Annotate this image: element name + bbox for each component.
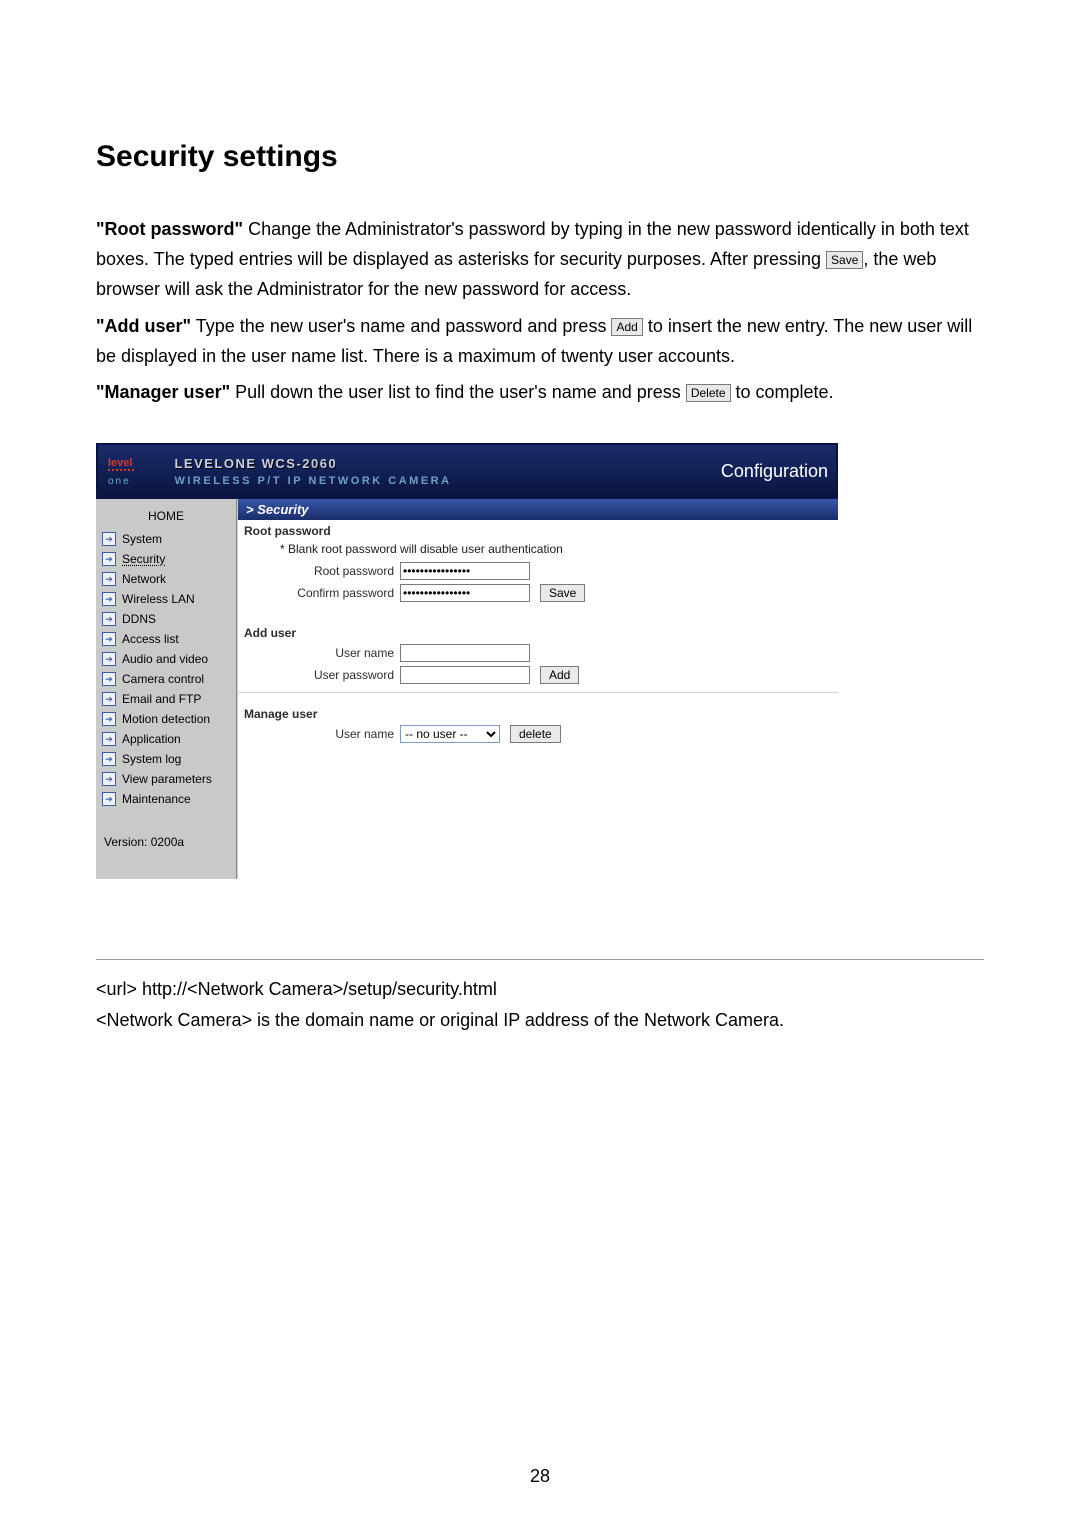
sidebar-item-security[interactable]: ➔ Security bbox=[96, 549, 236, 569]
sidebar-item-label: Application bbox=[122, 732, 181, 746]
user-password-field[interactable] bbox=[400, 666, 530, 684]
arrow-right-icon: ➔ bbox=[102, 532, 116, 546]
sidebar-item-view-parameters[interactable]: ➔ View parameters bbox=[96, 769, 236, 789]
arrow-right-icon: ➔ bbox=[102, 552, 116, 566]
sidebar-item-system[interactable]: ➔ System bbox=[96, 529, 236, 549]
para3-text-2: to complete. bbox=[731, 382, 834, 402]
root-password-warning: * Blank root password will disable user … bbox=[238, 540, 838, 560]
sidebar-item-camera-control[interactable]: ➔ Camera control bbox=[96, 669, 236, 689]
sidebar-item-label: Access list bbox=[122, 632, 179, 646]
root-password-term: "Root password" bbox=[96, 219, 243, 239]
page-number: 28 bbox=[0, 1466, 1080, 1487]
sidebar-item-label: Camera control bbox=[122, 672, 204, 686]
intro-paragraph: "Root password" Change the Administrator… bbox=[96, 214, 984, 305]
user-select[interactable]: -- no user -- bbox=[400, 725, 500, 743]
sidebar-item-label: Security bbox=[122, 552, 165, 566]
sidebar-item-label: Network bbox=[122, 572, 166, 586]
arrow-right-icon: ➔ bbox=[102, 592, 116, 606]
arrow-right-icon: ➔ bbox=[102, 712, 116, 726]
breadcrumb: > Security bbox=[238, 499, 838, 520]
arrow-right-icon: ➔ bbox=[102, 632, 116, 646]
arrow-right-icon: ➔ bbox=[102, 672, 116, 686]
sidebar-item-label: System bbox=[122, 532, 162, 546]
url-desc: <Network Camera> is the domain name or o… bbox=[96, 1005, 984, 1035]
manage-user-name-label: User name bbox=[238, 727, 400, 741]
delete-button[interactable]: delete bbox=[510, 725, 561, 743]
add-user-heading: Add user bbox=[238, 604, 838, 642]
add-user-paragraph: "Add user" Type the new user's name and … bbox=[96, 311, 984, 371]
sidebar-item-ddns[interactable]: ➔ DDNS bbox=[96, 609, 236, 629]
confirm-password-field[interactable] bbox=[400, 584, 530, 602]
sidebar-item-application[interactable]: ➔ Application bbox=[96, 729, 236, 749]
user-password-label: User password bbox=[238, 668, 400, 682]
arrow-right-icon: ➔ bbox=[102, 752, 116, 766]
logo-bottom-text: one bbox=[108, 477, 131, 487]
arrow-right-icon: ➔ bbox=[102, 692, 116, 706]
config-screenshot: level one LEVELONE WCS-2060 WIRELESS P/T… bbox=[96, 443, 838, 879]
inline-delete-button: Delete bbox=[686, 384, 731, 402]
add-button[interactable]: Add bbox=[540, 666, 579, 684]
save-button[interactable]: Save bbox=[540, 584, 585, 602]
root-password-heading: Root password bbox=[238, 520, 838, 540]
arrow-right-icon: ➔ bbox=[102, 612, 116, 626]
sidebar-home-link[interactable]: HOME bbox=[96, 503, 236, 529]
manager-user-term: "Manager user" bbox=[96, 382, 230, 402]
config-header: level one LEVELONE WCS-2060 WIRELESS P/T… bbox=[96, 443, 838, 499]
product-subtitle: WIRELESS P/T IP NETWORK CAMERA bbox=[174, 475, 720, 487]
sidebar-item-label: DDNS bbox=[122, 612, 156, 626]
content-panel: > Security Root password * Blank root pa… bbox=[237, 499, 838, 879]
user-name-label: User name bbox=[238, 646, 400, 660]
add-user-term: "Add user" bbox=[96, 316, 191, 336]
inline-save-button: Save bbox=[826, 251, 863, 269]
sidebar-item-label: Motion detection bbox=[122, 712, 210, 726]
url-note: <url> http://<Network Camera>/setup/secu… bbox=[96, 959, 984, 1034]
config-heading: Configuration bbox=[721, 461, 836, 482]
sidebar-item-label: Maintenance bbox=[122, 792, 191, 806]
sidebar-item-label: Email and FTP bbox=[122, 692, 201, 706]
sidebar: HOME ➔ System ➔ Security ➔ Network ➔ Wir… bbox=[96, 499, 237, 879]
arrow-right-icon: ➔ bbox=[102, 772, 116, 786]
product-title: LEVELONE WCS-2060 bbox=[174, 456, 720, 471]
arrow-right-icon: ➔ bbox=[102, 792, 116, 806]
sidebar-item-label: Wireless LAN bbox=[122, 592, 195, 606]
manager-user-paragraph: "Manager user" Pull down the user list t… bbox=[96, 377, 984, 407]
sidebar-item-audio-video[interactable]: ➔ Audio and video bbox=[96, 649, 236, 669]
sidebar-item-label: View parameters bbox=[122, 772, 212, 786]
sidebar-item-access-list[interactable]: ➔ Access list bbox=[96, 629, 236, 649]
logo-top-text: level bbox=[108, 458, 134, 471]
sidebar-item-label: Audio and video bbox=[122, 652, 208, 666]
user-name-field[interactable] bbox=[400, 644, 530, 662]
sidebar-item-label: System log bbox=[122, 752, 181, 766]
sidebar-item-network[interactable]: ➔ Network bbox=[96, 569, 236, 589]
arrow-right-icon: ➔ bbox=[102, 572, 116, 586]
root-password-label: Root password bbox=[238, 564, 400, 578]
inline-add-button: Add bbox=[611, 318, 642, 336]
confirm-password-label: Confirm password bbox=[238, 586, 400, 600]
sidebar-item-maintenance[interactable]: ➔ Maintenance bbox=[96, 789, 236, 809]
url-line: <url> http://<Network Camera>/setup/secu… bbox=[96, 974, 984, 1004]
sidebar-item-wireless-lan[interactable]: ➔ Wireless LAN bbox=[96, 589, 236, 609]
sidebar-item-motion-detection[interactable]: ➔ Motion detection bbox=[96, 709, 236, 729]
version-text: Version: 0200a bbox=[96, 809, 236, 849]
arrow-right-icon: ➔ bbox=[102, 652, 116, 666]
sidebar-item-email-ftp[interactable]: ➔ Email and FTP bbox=[96, 689, 236, 709]
brand-logo: level one bbox=[98, 454, 144, 489]
manage-user-heading: Manage user bbox=[238, 692, 838, 723]
para3-text-1: Pull down the user list to find the user… bbox=[230, 382, 686, 402]
arrow-right-icon: ➔ bbox=[102, 732, 116, 746]
sidebar-item-system-log[interactable]: ➔ System log bbox=[96, 749, 236, 769]
root-password-field[interactable] bbox=[400, 562, 530, 580]
para2-text-1: Type the new user's name and password an… bbox=[191, 316, 611, 336]
page-title: Security settings bbox=[96, 140, 984, 174]
